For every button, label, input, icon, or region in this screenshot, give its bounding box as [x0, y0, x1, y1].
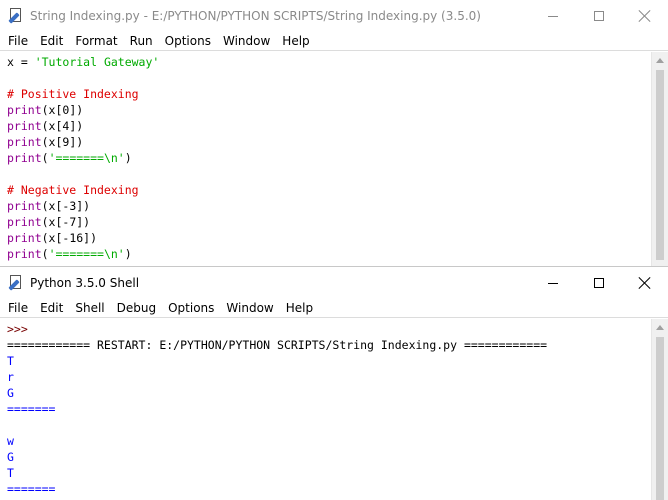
close-icon	[639, 10, 651, 22]
editor-close-button[interactable]	[622, 0, 668, 32]
editor-minimize-button[interactable]	[530, 0, 576, 32]
shell-menu-window[interactable]: Window	[220, 299, 279, 318]
output-line: r	[7, 370, 14, 384]
output-line: =======	[7, 402, 56, 416]
idle-file-icon	[8, 8, 24, 24]
shell-title: Python 3.5.0 Shell	[30, 276, 140, 290]
editor-maximize-button[interactable]	[576, 0, 622, 32]
code-line: print(x[-7])	[7, 215, 91, 229]
shell-maximize-button[interactable]	[576, 267, 622, 299]
shell-menu-options[interactable]: Options	[162, 299, 220, 318]
output-line: T	[7, 354, 14, 368]
shell-close-button[interactable]	[622, 267, 668, 299]
output-line: =======	[7, 482, 56, 496]
editor-menu-window[interactable]: Window	[217, 32, 276, 51]
restart-banner: ============ RESTART: E:/PYTHON/PYTHON S…	[7, 338, 548, 352]
editor-scroll-thumb[interactable]	[656, 70, 664, 260]
shell-scroll-thumb[interactable]	[656, 337, 664, 500]
editor-menu-run[interactable]: Run	[124, 32, 159, 51]
code-line: print(x[0])	[7, 103, 84, 117]
editor-menu-help[interactable]: Help	[276, 32, 315, 51]
code-comment: # Negative Indexing	[7, 183, 139, 197]
shell-scrollbar[interactable]	[651, 319, 668, 500]
code-line: print(x[-3])	[7, 199, 91, 213]
maximize-icon	[594, 278, 604, 288]
shell-menu-debug[interactable]: Debug	[111, 299, 162, 318]
code-line: print(x[4])	[7, 119, 84, 133]
output-line: T	[7, 466, 14, 480]
shell-menu-edit[interactable]: Edit	[34, 299, 69, 318]
code-line: x = 'Tutorial Gateway'	[7, 55, 160, 69]
code-comment: # Positive Indexing	[7, 87, 139, 101]
shell-menubar: File Edit Shell Debug Options Window Hel…	[0, 299, 668, 318]
editor-title: String Indexing.py - E:/PYTHON/PYTHON SC…	[30, 9, 481, 23]
output-line: w	[7, 434, 14, 448]
minimize-icon	[548, 282, 558, 284]
scroll-up-icon[interactable]	[656, 325, 664, 330]
editor-scrollbar[interactable]	[651, 52, 668, 266]
output-line: G	[7, 450, 14, 464]
editor-titlebar[interactable]: String Indexing.py - E:/PYTHON/PYTHON SC…	[0, 0, 668, 32]
editor-window: String Indexing.py - E:/PYTHON/PYTHON SC…	[0, 0, 668, 266]
editor-code-area[interactable]: x = 'Tutorial Gateway' # Positive Indexi…	[0, 52, 651, 266]
idle-file-icon	[8, 275, 24, 291]
code-line: print('=======\n')	[7, 247, 132, 261]
shell-menu-shell[interactable]: Shell	[69, 299, 110, 318]
editor-menu-options[interactable]: Options	[159, 32, 217, 51]
code-line: print(x[-16])	[7, 231, 98, 245]
code-line: print('=======\n')	[7, 151, 132, 165]
shell-output-area[interactable]: >>> ============ RESTART: E:/PYTHON/PYTH…	[0, 319, 651, 500]
shell-prompt: >>>	[7, 322, 28, 336]
editor-menu-edit[interactable]: Edit	[34, 32, 69, 51]
shell-titlebar[interactable]: Python 3.5.0 Shell	[0, 267, 668, 299]
minimize-icon	[548, 15, 558, 17]
editor-menu-file[interactable]: File	[2, 32, 34, 51]
code-line: print(x[9])	[7, 135, 84, 149]
editor-menu-format[interactable]: Format	[69, 32, 123, 51]
editor-menubar: File Edit Format Run Options Window Help	[0, 32, 668, 51]
scroll-up-icon[interactable]	[656, 58, 664, 63]
shell-menu-help[interactable]: Help	[280, 299, 319, 318]
maximize-icon	[594, 11, 604, 21]
shell-minimize-button[interactable]	[530, 267, 576, 299]
shell-window: Python 3.5.0 Shell File Edit Shell Debug…	[0, 266, 668, 500]
output-line: G	[7, 386, 14, 400]
shell-menu-file[interactable]: File	[2, 299, 34, 318]
close-icon	[639, 277, 651, 289]
